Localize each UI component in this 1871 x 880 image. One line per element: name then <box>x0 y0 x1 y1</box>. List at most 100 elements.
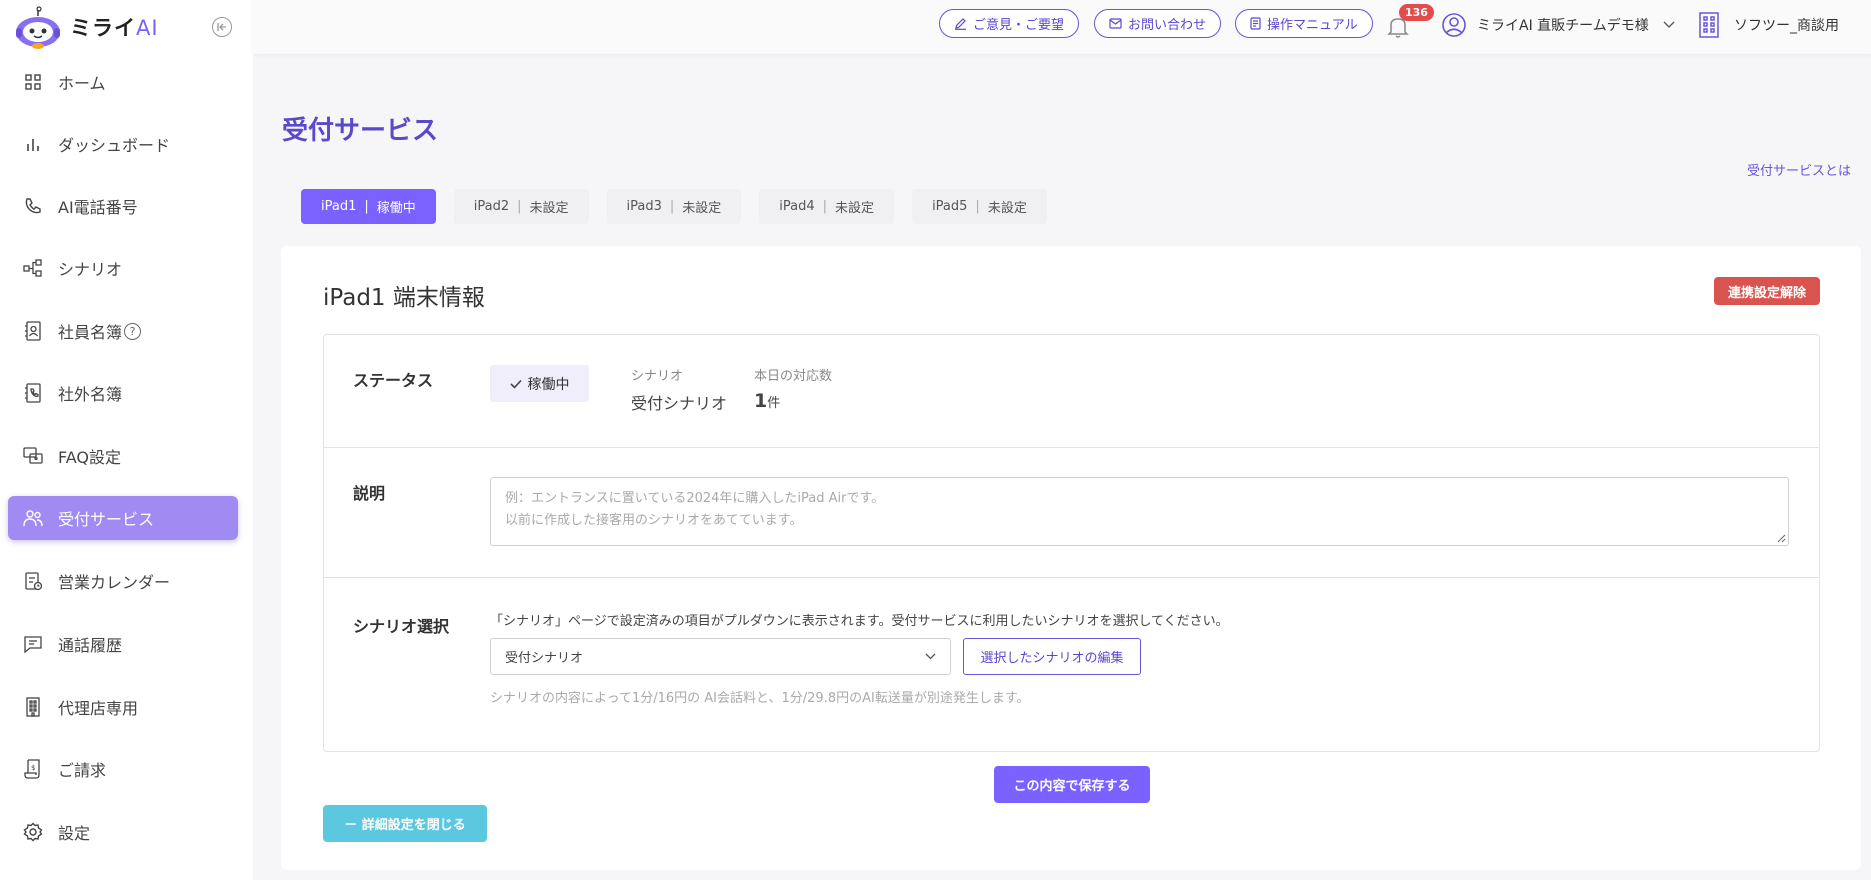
contact-button[interactable]: お問い合わせ <box>1094 9 1222 38</box>
user-circle-icon <box>1442 13 1466 37</box>
scenario-select-row: シナリオ選択 「シナリオ」ページで設定済みの項目がプルダウンに表示されます。受付… <box>324 578 1819 753</box>
contact-label: お問い合わせ <box>1128 18 1207 33</box>
today-count-key: 本日の対応数 <box>754 369 833 384</box>
tab-ipad2[interactable]: iPad2 | 未設定 <box>453 189 589 224</box>
contact-book-icon <box>22 320 44 342</box>
tab-ipad3[interactable]: iPad3 | 未設定 <box>606 189 742 224</box>
sidebar-item-label: 社外名簿 <box>58 385 123 404</box>
tab-ipad5[interactable]: iPad5 | 未設定 <box>912 189 1047 224</box>
sidebar-item-external-directory[interactable]: 社外名簿 <box>8 371 238 415</box>
page-title: 受付サービス <box>282 116 439 146</box>
sidebar-item-settings[interactable]: 設定 <box>8 810 238 854</box>
sidebar-item-label: シナリオ <box>58 260 123 279</box>
status-badge: 稼働中 <box>490 365 589 402</box>
sidebar-item-label: ホーム <box>58 74 106 93</box>
chevron-down-icon <box>925 653 936 660</box>
description-label: 説明 <box>353 484 386 503</box>
phonebook-icon <box>22 382 44 404</box>
sidebar-item-dashboard[interactable]: ダッシュボード <box>8 122 238 166</box>
bar-chart-icon <box>22 133 44 155</box>
sidebar-item-label: 社員名簿 <box>58 323 123 342</box>
description-row: 説明 例：エントランスに置いている2024年に購入したiPad Airです。 以… <box>324 448 1819 578</box>
scenario-key: シナリオ <box>631 369 684 384</box>
sidebar-item-label: 受付サービス <box>58 510 155 529</box>
fee-note: シナリオの内容によって1分/16円の AI会話料と、1分/29.8円のAI転送量… <box>490 691 1030 706</box>
save-button[interactable]: この内容で保存する <box>994 766 1150 803</box>
phone-icon <box>22 195 44 217</box>
grid-icon <box>22 71 44 93</box>
edit-scenario-button[interactable]: 選択したシナリオの編集 <box>963 638 1141 675</box>
sidebar-item-scenario[interactable]: シナリオ <box>8 246 238 290</box>
status-row: ステータス 稼働中 シナリオ 受付シナリオ 本日の対応数 1件 <box>324 335 1819 448</box>
scenario-hint: 「シナリオ」ページで設定済みの項目がプルダウンに表示されます。受付サービスに利用… <box>490 614 1229 629</box>
sidebar-item-reception-service[interactable]: 受付サービス <box>8 496 238 540</box>
user-menu[interactable]: ミライAI 直販チームデモ様 <box>1441 12 1675 38</box>
description-placeholder-line2: 以前に作成した接客用のシナリオをあてています。 <box>505 513 803 528</box>
check-icon <box>509 379 522 389</box>
sidebar-item-agency[interactable]: 代理店専用 <box>8 685 238 729</box>
notification-badge: 136 <box>1399 4 1434 21</box>
about-reception-link[interactable]: 受付サービスとは <box>1747 160 1851 179</box>
description-textarea[interactable]: 例：エントランスに置いている2024年に購入したiPad Airです。 以前に作… <box>490 477 1789 546</box>
sidebar-item-home[interactable]: ホーム <box>8 60 238 104</box>
company-menu[interactable]: ソフツー_商談用 <box>1698 12 1839 38</box>
flow-icon <box>22 257 44 279</box>
tab-ipad1[interactable]: iPad1 | 稼働中 <box>301 189 436 224</box>
robot-mascot-icon <box>10 4 66 50</box>
scenario-select-label: シナリオ選択 <box>353 617 450 636</box>
building-icon <box>22 696 44 718</box>
device-info-title: iPad1 端末情報 <box>323 285 485 311</box>
sidebar-item-faq[interactable]: FAQ設定 <box>8 434 238 478</box>
chevron-down-icon <box>1663 21 1675 28</box>
user-name: ミライAI 直販チームデモ様 <box>1477 18 1649 34</box>
device-info-box: ステータス 稼働中 シナリオ 受付シナリオ 本日の対応数 1件 説明 例：エント… <box>323 334 1820 752</box>
scenario-value: 受付シナリオ <box>631 394 728 413</box>
chat-icon <box>22 633 44 655</box>
sidebar-item-label: 代理店専用 <box>58 699 139 718</box>
scenario-select[interactable]: 受付シナリオ <box>490 638 951 675</box>
sidebar-item-label: 通話履歴 <box>58 636 123 655</box>
calendar-icon <box>22 570 44 592</box>
company-name: ソフツー_商談用 <box>1734 18 1839 34</box>
today-count-info: 本日の対応数 1件 <box>754 365 832 412</box>
description-placeholder-line1: 例：エントランスに置いている2024年に購入したiPad Airです。 <box>505 491 885 506</box>
sidebar-item-label: ダッシュボード <box>58 136 171 155</box>
unlink-button[interactable]: 連携設定解除 <box>1714 277 1821 305</box>
sidebar-item-label: AI電話番号 <box>58 198 138 217</box>
sidebar-item-call-history[interactable]: 通話履歴 <box>8 622 238 666</box>
manual-button[interactable]: 操作マニュアル <box>1235 9 1373 38</box>
sidebar-item-ai-phone[interactable]: AI電話番号 <box>8 184 238 228</box>
building-icon <box>1699 12 1719 38</box>
ipad-tabs: iPad1 | 稼働中 iPad2 | 未設定 iPad3 | 未設定 iPad4 | 未設定 … <box>301 189 1065 224</box>
scenario-selected-value: 受付シナリオ <box>505 651 584 666</box>
feedback-label: ご意見・ご要望 <box>973 18 1065 33</box>
tab-ipad4[interactable]: iPad4 | 未設定 <box>759 189 895 224</box>
resize-handle-icon[interactable] <box>1776 533 1786 543</box>
help-icon[interactable]: ? <box>124 322 142 340</box>
manual-label: 操作マニュアル <box>1267 18 1358 33</box>
sidebar-item-label: FAQ設定 <box>58 448 121 467</box>
status-label: ステータス <box>353 371 434 390</box>
brand-logo[interactable]: ミライAI <box>10 4 159 50</box>
faq-icon <box>22 445 44 467</box>
sidebar-item-billing[interactable]: $ ご請求 <box>8 747 238 791</box>
svg-text:$: $ <box>31 764 35 772</box>
collapse-sidebar-icon[interactable] <box>212 17 232 37</box>
sidebar-item-label: ご請求 <box>58 761 107 780</box>
people-icon <box>22 507 44 529</box>
sidebar-item-employee-directory[interactable]: 社員名簿 ? <box>8 309 238 353</box>
invoice-icon: $ <box>22 758 44 780</box>
sidebar-item-business-calendar[interactable]: 営業カレンダー <box>8 559 238 603</box>
pencil-icon <box>955 18 966 30</box>
brand-name: ミライAI <box>70 16 159 40</box>
sidebar: ミライAI ホーム ダッシュボード AI電話番号 シナリオ 社員名簿 ? 社外名… <box>0 0 253 880</box>
scenario-info: シナリオ 受付シナリオ <box>631 365 727 414</box>
mail-icon <box>1109 18 1122 29</box>
feedback-button[interactable]: ご意見・ご要望 <box>939 9 1080 38</box>
gear-icon <box>22 821 44 843</box>
document-icon <box>1250 17 1261 30</box>
device-info-card: iPad1 端末情報 連携設定解除 ステータス 稼働中 シナリオ 受付シナリオ … <box>281 246 1861 870</box>
close-details-button[interactable]: － 詳細設定を閉じる <box>323 805 487 842</box>
sidebar-item-label: 設定 <box>58 824 91 843</box>
sidebar-item-label: 営業カレンダー <box>58 573 171 592</box>
